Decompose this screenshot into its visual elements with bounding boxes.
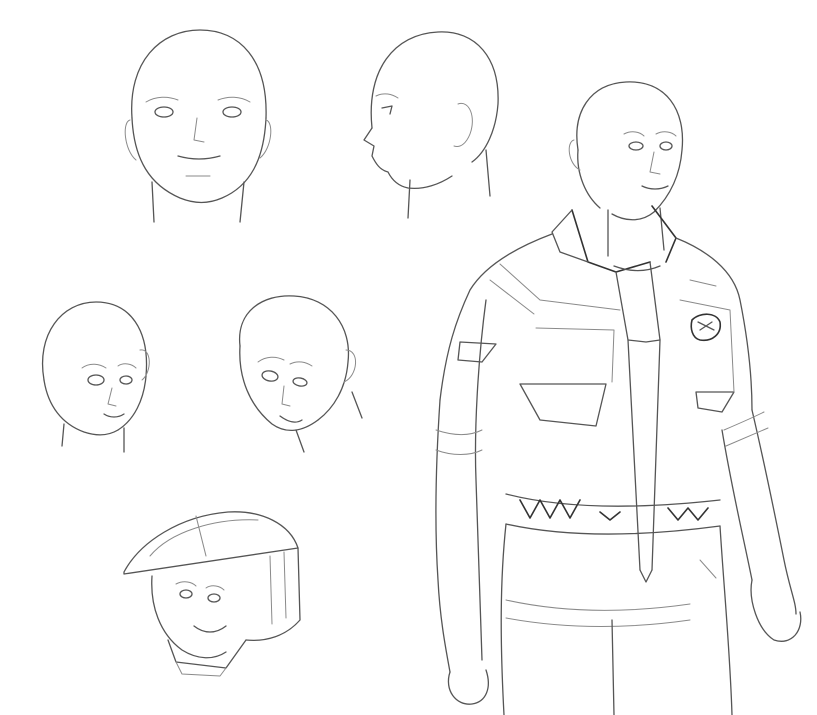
figure-flight-suit: [435, 81, 802, 715]
head-front-view: [124, 29, 272, 223]
head-tilted-view: [239, 295, 363, 453]
head-three-quarter-view: [42, 301, 150, 453]
helmeted-head: [123, 511, 301, 677]
head-profile-view: [363, 31, 499, 219]
sketch-canvas: [42, 29, 802, 715]
character-sketch-sheet: [0, 0, 817, 715]
